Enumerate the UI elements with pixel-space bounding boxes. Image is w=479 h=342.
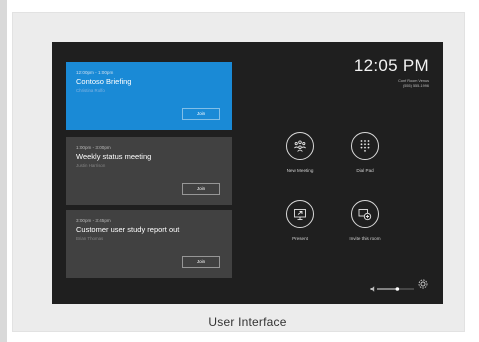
dial-pad-icon: [351, 132, 379, 160]
clock-time: 12:05 PM: [353, 56, 429, 75]
present-icon: [286, 200, 314, 228]
meeting-time: 3:00pm - 3:45pm: [76, 218, 111, 223]
speaker-icon: [370, 286, 375, 292]
join-button[interactable]: Join: [182, 183, 220, 195]
meeting-organizer: Brian Thomas: [76, 236, 104, 241]
figure-caption: User Interface: [208, 315, 287, 329]
action-label: Dial Pad: [356, 168, 374, 173]
room-name: Conf Room Venus: [398, 79, 429, 83]
meeting-card-3[interactable]: 3:00pm - 3:45pm Customer user study repo…: [66, 210, 232, 278]
meeting-title: Contoso Briefing: [76, 77, 132, 86]
meeting-organizer: Christina Rolfo: [76, 88, 105, 93]
meeting-title: Weekly status meeting: [76, 152, 152, 161]
dial-pad-button[interactable]: Dial Pad: [335, 132, 395, 173]
action-label: Present: [292, 236, 308, 241]
meeting-organizer: Justin Harrison: [76, 163, 106, 168]
meeting-card-1[interactable]: 12:00pm - 1:00pm Contoso Briefing Christ…: [66, 62, 232, 130]
new-meeting-button[interactable]: New Meeting: [270, 132, 330, 173]
action-label: Invite this room: [349, 236, 381, 241]
meeting-card-2[interactable]: 1:00pm - 3:00pm Weekly status meeting Ju…: [66, 137, 232, 205]
invite-room-icon: [351, 200, 379, 228]
left-border-strip: [0, 0, 7, 342]
join-button[interactable]: Join: [182, 108, 220, 120]
meeting-time: 12:00pm - 1:00pm: [76, 70, 114, 75]
present-button[interactable]: Present: [270, 200, 330, 241]
meeting-title: Customer user study report out: [76, 225, 180, 234]
room-number: (555) 555-1996: [403, 84, 429, 88]
meeting-time: 1:00pm - 3:00pm: [76, 145, 111, 150]
action-label: New Meeting: [286, 168, 314, 173]
people-icon: [286, 132, 314, 160]
join-button[interactable]: Join: [182, 256, 220, 268]
room-display-screen: 12:00pm - 1:00pm Contoso Briefing Christ…: [52, 42, 443, 304]
invite-room-button[interactable]: Invite this room: [335, 200, 395, 241]
volume-slider[interactable]: [370, 280, 416, 292]
volume-knob[interactable]: [395, 287, 400, 291]
gear-icon[interactable]: [417, 277, 429, 289]
